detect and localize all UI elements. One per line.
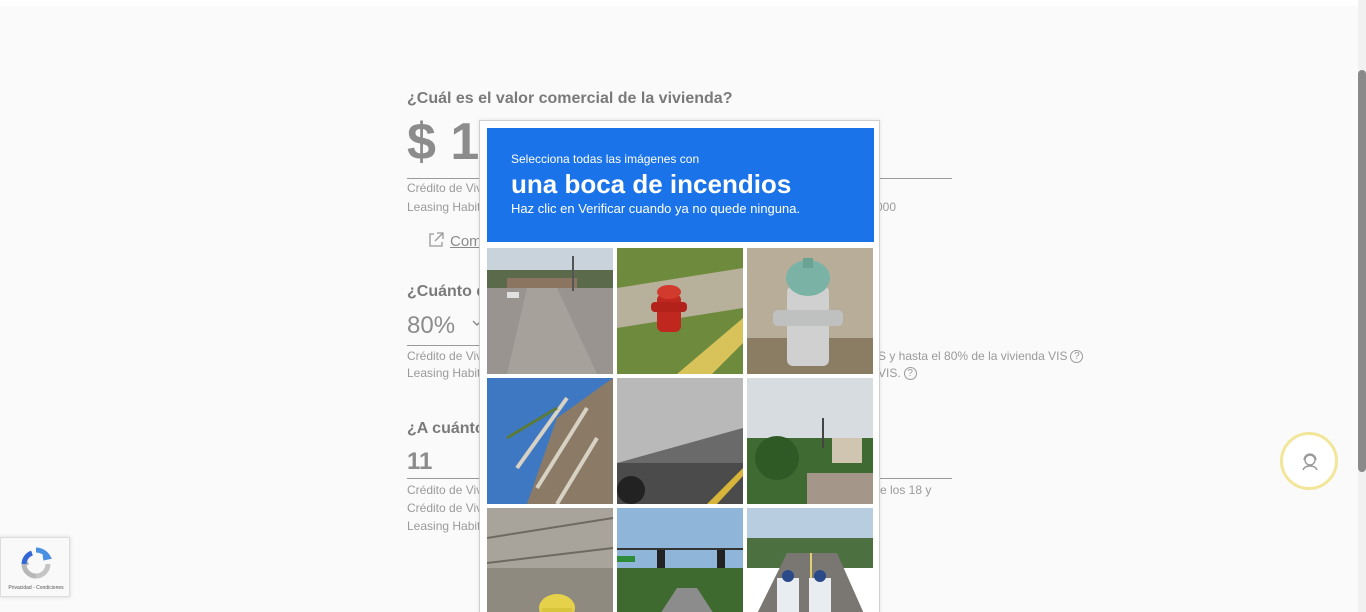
top-border — [0, 0, 1358, 6]
loan-percent-note-2: Leasing Habit — [407, 366, 481, 380]
image-tile-palm-tree[interactable] — [487, 378, 613, 504]
page-scrollbar[interactable] — [1358, 0, 1366, 612]
instruction-small: Selecciona todas las imágenes con — [511, 152, 700, 166]
image-tile-street-parking-lot[interactable] — [487, 248, 613, 374]
image-tile-truck-trailer[interactable] — [617, 378, 743, 504]
image-tile-houses-street[interactable] — [747, 378, 873, 504]
image-tile-yellow-fire-hydrant[interactable] — [487, 508, 613, 612]
support-chat-button[interactable] — [1280, 432, 1338, 490]
loan-percent-note-1: Crédito de Viv — [407, 349, 483, 363]
external-link-icon[interactable] — [427, 231, 445, 254]
loan-percent-note-1-tail: S y hasta el 80% de la vivienda VIS? — [878, 349, 1084, 364]
home-value-note-1: Crédito de Viv — [407, 181, 483, 195]
instruction-target: una boca de incendios — [511, 169, 792, 199]
image-tile-white-fire-hydrant[interactable] — [747, 248, 873, 374]
recaptcha-badge[interactable]: Privacidad - Condiciones — [0, 537, 70, 597]
challenge-instructions: Selecciona todas las imágenes con una bo… — [487, 128, 874, 242]
help-icon[interactable]: ? — [1070, 350, 1084, 364]
image-tile-motorcycles-road[interactable] — [747, 508, 873, 612]
term-note-1-tail: re los 18 y — [876, 483, 932, 497]
recaptcha-logo-icon — [21, 547, 52, 579]
help-icon[interactable]: ? — [903, 367, 917, 381]
loan-percent-underline — [407, 345, 479, 346]
term-input[interactable]: 11 — [407, 448, 432, 476]
loan-percent-select[interactable]: 80% — [407, 312, 455, 340]
recaptcha-legal[interactable]: Privacidad - Condiciones — [1, 585, 71, 591]
instruction-sub: Haz clic en Verificar cuando ya no quede… — [511, 201, 801, 216]
compare-link[interactable]: Com — [450, 233, 482, 250]
term-note-2: Crédito de Viv — [407, 501, 483, 515]
loan-percent-note-2-tail: VIS.? — [878, 366, 917, 381]
image-tile-traffic-light-road[interactable] — [617, 508, 743, 612]
term-note-1: Crédito de Viv — [407, 483, 483, 497]
scrollbar-thumb[interactable] — [1358, 70, 1366, 472]
question-loan-percent: ¿Cuánto d — [407, 283, 487, 300]
recaptcha-challenge-dialog: Selecciona todas las imágenes con una bo… — [479, 120, 880, 612]
question-term: ¿A cuánto — [407, 420, 485, 437]
note-tail-text: S y hasta el 80% de la vivienda VIS — [878, 349, 1068, 363]
question-home-value: ¿Cuál es el valor comercial de la vivien… — [407, 90, 733, 107]
image-tile-red-fire-hydrant[interactable] — [617, 248, 743, 374]
note-tail-text: VIS. — [878, 366, 901, 380]
home-value-note-2: Leasing Habit — [407, 200, 481, 214]
support-agent-icon — [1302, 453, 1318, 471]
term-note-3: Leasing Habit — [407, 519, 481, 533]
home-value-input[interactable]: $ 1 — [407, 112, 479, 172]
